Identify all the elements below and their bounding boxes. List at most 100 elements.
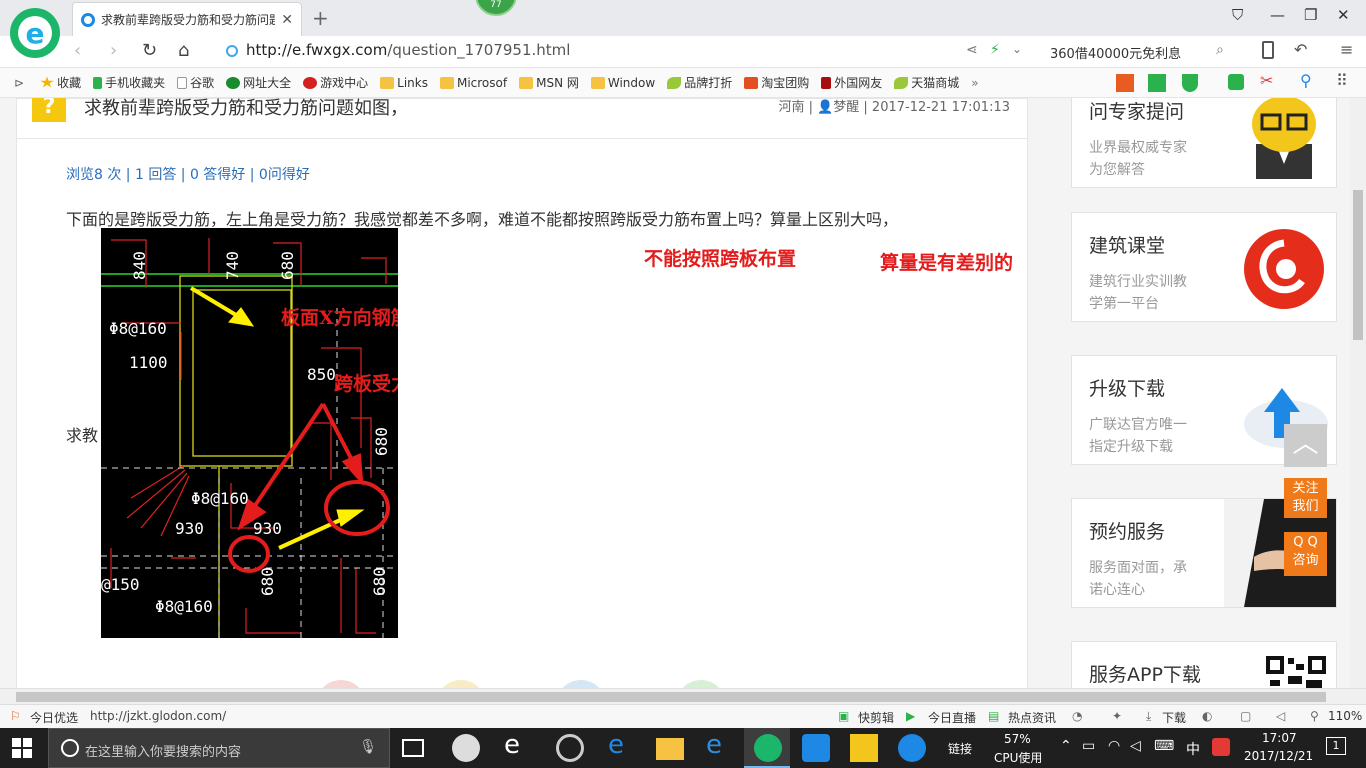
close-tab-icon[interactable]: ✕ <box>281 12 293 28</box>
chevron-up-icon[interactable]: ⌃ <box>1060 738 1072 754</box>
clock-date[interactable]: 2017/12/21 <box>1244 749 1313 763</box>
bookmark-item[interactable]: 游戏中心 <box>303 74 368 91</box>
bookmark-item[interactable]: 网址大全 <box>226 74 291 91</box>
minimize-icon[interactable]: — <box>1270 6 1285 24</box>
download-icon[interactable]: ⤓ <box>1146 709 1151 724</box>
volume-icon[interactable]: ◁ <box>1276 709 1285 723</box>
sidebar-card-app[interactable]: 服务APP下载 <box>1071 641 1337 688</box>
fan-app-icon[interactable] <box>452 734 480 762</box>
horizontal-scrollbar[interactable] <box>0 688 1366 704</box>
menu-icon[interactable]: ≡ <box>1340 40 1353 59</box>
more-bookmarks-icon[interactable]: » <box>971 76 978 90</box>
live-link[interactable]: 今日直播 <box>928 709 976 726</box>
ime-indicator[interactable]: 中 <box>1186 739 1200 759</box>
sogou-ime-icon[interactable] <box>1212 738 1230 756</box>
question-stats[interactable]: 浏览8 次 | 1 回答 | 0 答得好 | 0问得好 <box>66 164 310 184</box>
browser-logo-icon[interactable]: e <box>10 8 60 58</box>
home-icon[interactable]: ⌂ <box>178 40 189 61</box>
bookmark-item[interactable]: 天猫商城 <box>894 74 959 91</box>
edge-icon[interactable]: e <box>608 730 636 760</box>
search-ad-text[interactable]: 360借40000元免利息 <box>1050 43 1181 62</box>
restore-icon[interactable]: ❐ <box>1304 6 1317 24</box>
blue-app-icon[interactable] <box>802 734 830 762</box>
bookmark-item[interactable]: 收藏 <box>40 74 81 91</box>
pin-icon[interactable]: ✦ <box>1112 709 1122 723</box>
task-view-icon[interactable] <box>402 739 424 757</box>
keyboard-icon[interactable]: ⌨ <box>1154 738 1174 754</box>
bookmark-item[interactable]: 外国网友 <box>821 74 882 91</box>
video-edit-icon[interactable]: ▣ <box>838 709 849 723</box>
ie-e-icon[interactable]: e <box>504 730 532 760</box>
site-security-icon[interactable] <box>226 45 238 57</box>
screenshot-icon[interactable]: ✂ <box>1260 71 1273 90</box>
sticky-notes-icon[interactable] <box>850 734 878 762</box>
close-window-icon[interactable]: ✕ <box>1337 6 1350 24</box>
glodon-g-icon[interactable] <box>898 734 926 762</box>
extension-icon[interactable] <box>1228 74 1244 90</box>
share-icon[interactable]: ⋖ <box>966 42 978 58</box>
action-center-icon[interactable]: 1 <box>1326 737 1346 755</box>
search-tool-icon[interactable]: ⚲ <box>1300 71 1312 90</box>
cad-drawing-image[interactable]: 840 740 680 Φ8@160 1100 850 680 Φ8@160 9… <box>101 228 398 638</box>
vertical-scrollbar[interactable] <box>1350 98 1366 688</box>
refresh-icon[interactable]: ↻ <box>142 40 157 61</box>
internet-explorer-icon[interactable]: e <box>706 730 734 760</box>
scroll-thumb[interactable] <box>1353 190 1363 340</box>
wifi-icon[interactable]: ◠ <box>1108 738 1120 754</box>
speaker-icon[interactable]: ◁ <box>1130 738 1141 754</box>
back-icon[interactable]: ‹ <box>74 40 81 61</box>
sidebar-card-classroom[interactable]: 建筑课堂 建筑行业实训教 学第一平台 <box>1071 212 1337 322</box>
bookmark-item[interactable]: Window <box>590 76 655 90</box>
shirt-skin-icon[interactable]: ⛉ <box>1232 6 1243 24</box>
battery-icon[interactable]: ▭ <box>1082 738 1095 754</box>
url-field[interactable]: http://e.fwxgx.com/question_1707951.html <box>246 41 570 59</box>
qq-consult-button[interactable]: Q Q咨询 <box>1284 532 1327 576</box>
zoom-icon[interactable]: ⚲ <box>1310 709 1319 723</box>
taskbar-search-input[interactable]: 在这里输入你要搜索的内容 🎙 <box>48 728 390 768</box>
news-icon[interactable]: ▤ <box>988 709 999 723</box>
back-to-top-button[interactable]: ︿ <box>1284 424 1327 467</box>
speed-icon[interactable]: ◔ <box>1072 709 1082 723</box>
quick-edit-link[interactable]: 快剪辑 <box>858 709 894 726</box>
clock-time[interactable]: 17:07 <box>1262 731 1297 745</box>
follow-us-button[interactable]: 关注我们 <box>1284 478 1327 518</box>
bookmark-item[interactable]: Links <box>380 76 428 90</box>
download-link[interactable]: 下载 <box>1162 709 1186 726</box>
bookmark-item[interactable]: Microsof <box>439 76 507 90</box>
news-link[interactable]: 热点资讯 <box>1008 709 1056 726</box>
discount-icon[interactable] <box>1116 74 1134 92</box>
today-picks[interactable]: 今日优选 <box>30 709 78 726</box>
microphone-icon[interactable]: 🎙 <box>359 739 377 755</box>
swirl-app-icon[interactable] <box>556 734 584 762</box>
shield-icon[interactable] <box>1182 74 1198 92</box>
sidebar-toggle-icon[interactable]: ⊳ <box>14 76 24 90</box>
bookmark-item[interactable]: 谷歌 <box>177 74 214 91</box>
new-tab-button[interactable]: + <box>312 6 329 30</box>
reader-icon[interactable] <box>1148 74 1166 92</box>
bookmark-item[interactable]: 品牌打折 <box>667 74 732 91</box>
sidebar-card-expert[interactable]: 问专家提问 业界最权威专家 为您解答 <box>1071 98 1337 188</box>
bookmark-item[interactable]: 手机收藏夹 <box>93 74 165 91</box>
mobile-icon[interactable] <box>1262 41 1274 59</box>
forward-icon[interactable]: › <box>110 40 117 61</box>
windows-start-icon[interactable] <box>12 738 32 758</box>
active-tab[interactable]: 求教前辈跨版受力筋和受力筋问题 ✕ <box>72 2 302 36</box>
chevron-down-icon[interactable]: ⌄ <box>1012 42 1022 56</box>
tray-links-label[interactable]: 链接 <box>948 740 972 757</box>
live-play-icon[interactable]: ▶ <box>906 709 915 723</box>
bookmark-item[interactable]: 淘宝团购 <box>744 74 809 91</box>
search-icon[interactable]: ⌕ <box>1216 42 1224 58</box>
scroll-thumb[interactable] <box>16 692 1326 702</box>
history-icon[interactable]: ◐ <box>1202 709 1212 723</box>
speed-mode-icon[interactable]: ⚡ <box>990 42 1000 58</box>
zoom-level[interactable]: 110% <box>1328 709 1362 723</box>
window-icon[interactable]: ▢ <box>1240 709 1251 723</box>
undo-icon[interactable]: ↶ <box>1294 40 1307 59</box>
recommend-icon[interactable]: ⚐ <box>10 709 21 723</box>
file-explorer-icon[interactable] <box>656 738 684 760</box>
more-tools-icon[interactable]: ⠿ <box>1336 71 1348 90</box>
qr-code-icon[interactable] <box>1266 656 1326 688</box>
bookmark-item[interactable]: MSN 网 <box>519 74 579 91</box>
360-browser-taskbar-icon[interactable] <box>754 734 782 762</box>
notification-badge[interactable]: 77 <box>475 0 517 16</box>
